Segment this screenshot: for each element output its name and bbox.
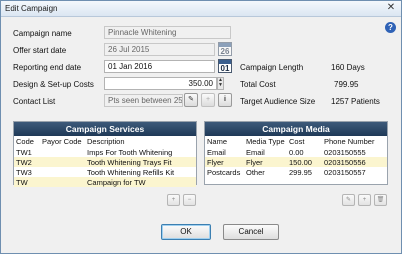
- campaign-length-value: 160 Days: [331, 63, 365, 72]
- service-code: TW3: [16, 167, 32, 177]
- add-media-button[interactable]: +: [358, 194, 371, 206]
- campaign-length-label: Campaign Length: [240, 63, 304, 72]
- media-name: Flyer: [205, 157, 244, 167]
- table-row[interactable]: TW Campaign for TW: [14, 177, 196, 187]
- help-icon[interactable]: ?: [385, 22, 396, 33]
- reporting-end-field[interactable]: 01 Jan 2016: [104, 60, 215, 73]
- media-type: Other: [246, 167, 265, 177]
- service-code: TW: [14, 177, 40, 187]
- service-description: Tooth Whitening Refills Kit: [87, 167, 175, 177]
- media-type: Flyer: [244, 157, 287, 167]
- media-name: Email: [207, 147, 226, 157]
- table-row[interactable]: TW3 Tooth Whitening Refills Kit: [14, 167, 196, 177]
- media-cost: 299.95: [289, 167, 312, 177]
- media-cost: 0.00: [289, 147, 304, 157]
- media-cost: 150.00: [287, 157, 322, 167]
- window-title: Edit Campaign: [5, 4, 58, 13]
- delete-media-button[interactable]: 🗑: [374, 194, 387, 206]
- media-table: Name Media Type Cost Phone Number Email …: [205, 136, 387, 177]
- services-col-payor[interactable]: Payor Code: [40, 136, 85, 147]
- media-phone: 0203150557: [324, 167, 366, 177]
- reporting-calendar-icon[interactable]: 01: [218, 59, 232, 73]
- offer-start-field[interactable]: 26 Jul 2015: [104, 43, 215, 56]
- media-phone: 0203150555: [324, 147, 366, 157]
- services-header-row: Code Payor Code Description: [14, 136, 196, 147]
- service-payor: [40, 157, 85, 167]
- service-description: Imps For Tooth Whitening: [87, 147, 173, 157]
- service-payor: [40, 167, 85, 177]
- offer-calendar-icon[interactable]: 26: [218, 42, 232, 56]
- media-col-type[interactable]: Media Type: [244, 136, 287, 147]
- service-description: Tooth Whitening Trays Fit: [85, 157, 196, 167]
- services-table: Code Payor Code Description TW1 Imps For…: [14, 136, 196, 187]
- service-description: Campaign for TW: [85, 177, 196, 187]
- campaign-name-field[interactable]: Pinnacle Whitening: [104, 26, 231, 39]
- add-contact-list-button[interactable]: +: [201, 93, 215, 107]
- table-row[interactable]: Postcards Other 299.95 0203150557: [205, 167, 387, 177]
- design-costs-label: Design & Set-up Costs: [13, 80, 94, 89]
- service-code: TW1: [16, 147, 32, 157]
- media-header-row: Name Media Type Cost Phone Number: [205, 136, 387, 147]
- remove-service-button[interactable]: −: [183, 194, 196, 206]
- services-col-description[interactable]: Description: [85, 136, 196, 147]
- contact-list-label: Contact List: [13, 97, 56, 106]
- service-code: TW2: [14, 157, 40, 167]
- media-type: Email: [246, 147, 265, 157]
- media-phone: 0203150556: [322, 157, 387, 167]
- spin-down-icon[interactable]: ▼: [218, 83, 223, 88]
- media-name: Postcards: [207, 167, 241, 177]
- table-row[interactable]: Email Email 0.00 0203150555: [205, 147, 387, 157]
- services-col-code[interactable]: Code: [14, 136, 40, 147]
- campaign-name-label: Campaign name: [13, 29, 72, 38]
- table-row[interactable]: TW2 Tooth Whitening Trays Fit: [14, 157, 196, 167]
- contact-list-field[interactable]: Pts seen between 25-65: [104, 94, 183, 107]
- target-audience-value: 1257 Patients: [331, 97, 380, 106]
- campaign-media-panel: Campaign Media Name Media Type Cost Phon…: [204, 121, 388, 185]
- offer-calendar-day: 26: [220, 47, 230, 56]
- total-cost-value: 799.95: [334, 80, 359, 89]
- design-costs-spinner[interactable]: ▲ ▼: [217, 77, 224, 90]
- offer-start-label: Offer start date: [13, 46, 67, 55]
- service-payor: [40, 147, 85, 157]
- media-col-cost[interactable]: Cost: [287, 136, 322, 147]
- close-icon[interactable]: ✕: [385, 3, 397, 14]
- reporting-end-label: Reporting end date: [13, 63, 82, 72]
- total-cost-label: Total Cost: [240, 80, 276, 89]
- campaign-services-panel: Campaign Services Code Payor Code Descri…: [13, 121, 197, 187]
- table-row[interactable]: TW1 Imps For Tooth Whitening: [14, 147, 196, 157]
- design-costs-field[interactable]: 350.00: [104, 77, 217, 90]
- media-col-name[interactable]: Name: [205, 136, 244, 147]
- media-col-phone[interactable]: Phone Number: [322, 136, 387, 147]
- ok-button[interactable]: OK: [161, 224, 211, 240]
- service-payor: [40, 177, 85, 187]
- cancel-button[interactable]: Cancel: [223, 224, 279, 240]
- campaign-media-title: Campaign Media: [205, 122, 387, 136]
- target-audience-label: Target Audience Size: [240, 97, 316, 106]
- campaign-services-title: Campaign Services: [14, 122, 196, 136]
- contact-info-button[interactable]: i: [218, 93, 232, 107]
- title-bar: Edit Campaign ✕: [1, 1, 401, 17]
- add-service-button[interactable]: +: [167, 194, 180, 206]
- reporting-calendar-day: 01: [220, 64, 230, 73]
- table-row[interactable]: Flyer Flyer 150.00 0203150556: [205, 157, 387, 167]
- edit-campaign-window: Edit Campaign ✕ ? Campaign name Offer st…: [0, 0, 402, 254]
- edit-media-button[interactable]: ✎: [342, 194, 355, 206]
- edit-contact-list-button[interactable]: ✎: [184, 93, 198, 107]
